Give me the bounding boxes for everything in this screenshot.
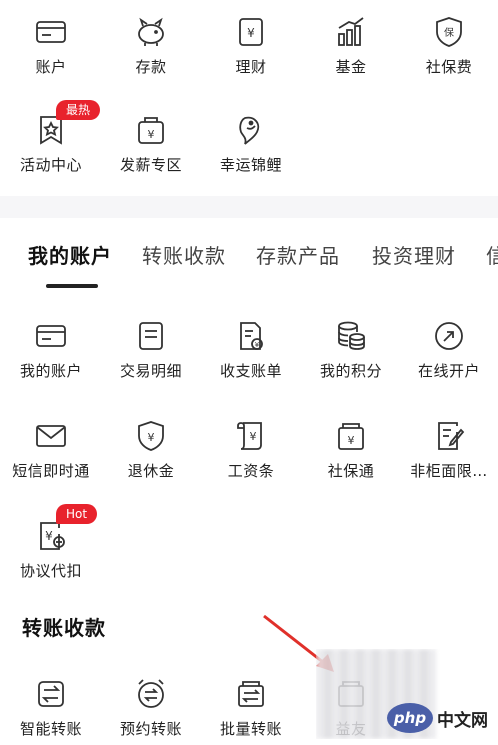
yen-shield-icon: ¥	[138, 421, 164, 451]
bill-icon: ¥	[240, 322, 263, 350]
grid-item-deposit[interactable]: 存款	[106, 14, 196, 77]
tab-credit-truncated[interactable]: 信	[486, 240, 498, 269]
grid-item-label: 预约转账	[119, 720, 182, 738]
hot-badge: 最热	[56, 100, 101, 120]
svg-text:保: 保	[444, 26, 454, 39]
grid-item-lucky-koi[interactable]: 幸运锦鲤	[206, 112, 296, 175]
card-icon	[36, 325, 66, 347]
batch-transfer-icon	[238, 681, 264, 707]
grid-item-label: 退休金	[127, 462, 175, 480]
grid-item-income-expense-bill[interactable]: ¥ 收支账单	[206, 318, 296, 381]
grid-item-salary-zone[interactable]: ¥ 发薪专区	[106, 112, 196, 175]
edit-doc-icon	[438, 422, 465, 450]
watermark-text: 中文网	[437, 710, 488, 731]
grid-item-social-fee[interactable]: 保 社保费	[404, 14, 494, 77]
grid-item-label: 批量转账	[219, 720, 282, 738]
tab-investment[interactable]: 投资理财	[372, 240, 456, 269]
grid-item-label: 短信即时通	[12, 462, 90, 480]
grid-item-label: 在线开户	[417, 362, 480, 380]
grid-item-label: 交易明细	[119, 362, 182, 380]
bar-growth-icon	[338, 17, 364, 46]
svg-text:¥: ¥	[148, 431, 155, 444]
alarm-transfer-icon	[138, 679, 164, 708]
category-tab-bar: 我的账户 转账收款 存款产品 投资理财 信	[0, 232, 498, 292]
grid-item-activity-center[interactable]: 活动中心	[6, 112, 96, 175]
tab-deposit-products[interactable]: 存款产品	[256, 240, 340, 269]
grid-item-label: 协议代扣	[19, 562, 82, 580]
grid-item-payslip[interactable]: ¥ 工资条	[206, 418, 296, 481]
svg-text:¥: ¥	[45, 529, 53, 543]
svg-text:¥: ¥	[148, 128, 155, 141]
grid-item-label: 发薪专区	[119, 156, 182, 174]
grid-item-label: 工资条	[227, 462, 275, 480]
grid-item-label: 智能转账	[19, 720, 82, 738]
grid-item-label: 社保通	[327, 462, 375, 480]
grid-item-label: 存款	[135, 58, 167, 76]
svg-text:¥: ¥	[247, 26, 255, 40]
grid-item-social-security[interactable]: ¥ 社保通	[306, 418, 396, 481]
coins-icon	[338, 321, 365, 350]
grid-item-label: 幸运锦鲤	[219, 156, 282, 174]
grid-item-label: 理财	[235, 58, 267, 76]
grid-item-transaction-details[interactable]: 交易明细	[106, 318, 196, 381]
php-logo-icon: php	[387, 703, 433, 733]
svg-text:¥: ¥	[348, 434, 355, 447]
grid-item-online-account-opening[interactable]: 在线开户	[404, 318, 494, 381]
grid-item-smart-transfer[interactable]: 智能转账	[6, 676, 96, 739]
piggy-bank-icon	[138, 17, 164, 46]
grid-item-wealth[interactable]: ¥ 理财	[206, 14, 296, 77]
mail-icon	[36, 425, 66, 447]
list-doc-icon	[139, 322, 163, 350]
scroll-yen-icon: ¥	[237, 422, 262, 450]
grid-item-fund[interactable]: 基金	[306, 14, 396, 77]
hot-badge: Hot	[56, 504, 98, 524]
yen-box-icon: ¥	[239, 18, 263, 46]
grid-item-label: 收支账单	[219, 362, 282, 380]
tab-transfer[interactable]: 转账收款	[142, 240, 226, 269]
grid-item-label: 活动中心	[19, 156, 82, 174]
grid-item-pension[interactable]: ¥ 退休金	[106, 418, 196, 481]
svg-text:¥: ¥	[250, 430, 257, 443]
watermark: php 中文网	[316, 649, 492, 739]
yen-bag-icon: ¥	[138, 117, 164, 144]
shield-bao-icon: 保	[436, 17, 462, 47]
grid-item-label: 账户	[35, 58, 67, 76]
grid-item-my-account[interactable]: 我的账户	[6, 318, 96, 381]
koi-fish-icon	[239, 116, 260, 145]
active-tab-indicator	[46, 284, 98, 288]
grid-item-label: 基金	[335, 58, 367, 76]
quick-access-panel: 账户 存款 ¥ 理财 基金 保 社保费 活动中心 最热 ¥ 发薪专区 幸运锦鲤	[0, 0, 498, 196]
open-account-icon	[435, 322, 463, 350]
grid-item-batch-transfer[interactable]: 批量转账	[206, 676, 296, 739]
yen-box-icon: ¥	[338, 423, 364, 450]
section-title-transfer: 转账收款	[22, 616, 106, 640]
watermark-logo: php 中文网	[387, 703, 488, 733]
grid-item-non-counter-limit[interactable]: 非柜面限…	[404, 418, 494, 481]
svg-text:¥: ¥	[255, 341, 260, 349]
grid-item-sms-notify[interactable]: 短信即时通	[6, 418, 96, 481]
grid-item-agreement-deduction[interactable]: ¥ 协议代扣	[6, 518, 96, 581]
grid-item-label: 非柜面限…	[410, 462, 488, 480]
card-icon	[36, 21, 66, 43]
grid-item-account[interactable]: 账户	[6, 14, 96, 77]
section-divider	[0, 196, 498, 218]
grid-item-label: 社保费	[425, 58, 473, 76]
grid-item-label: 我的积分	[319, 362, 382, 380]
tab-my-account[interactable]: 我的账户	[28, 240, 112, 269]
grid-item-my-points[interactable]: 我的积分	[306, 318, 396, 381]
grid-item-scheduled-transfer[interactable]: 预约转账	[106, 676, 196, 739]
grid-item-label: 我的账户	[19, 362, 82, 380]
transfer-icon	[38, 681, 64, 707]
